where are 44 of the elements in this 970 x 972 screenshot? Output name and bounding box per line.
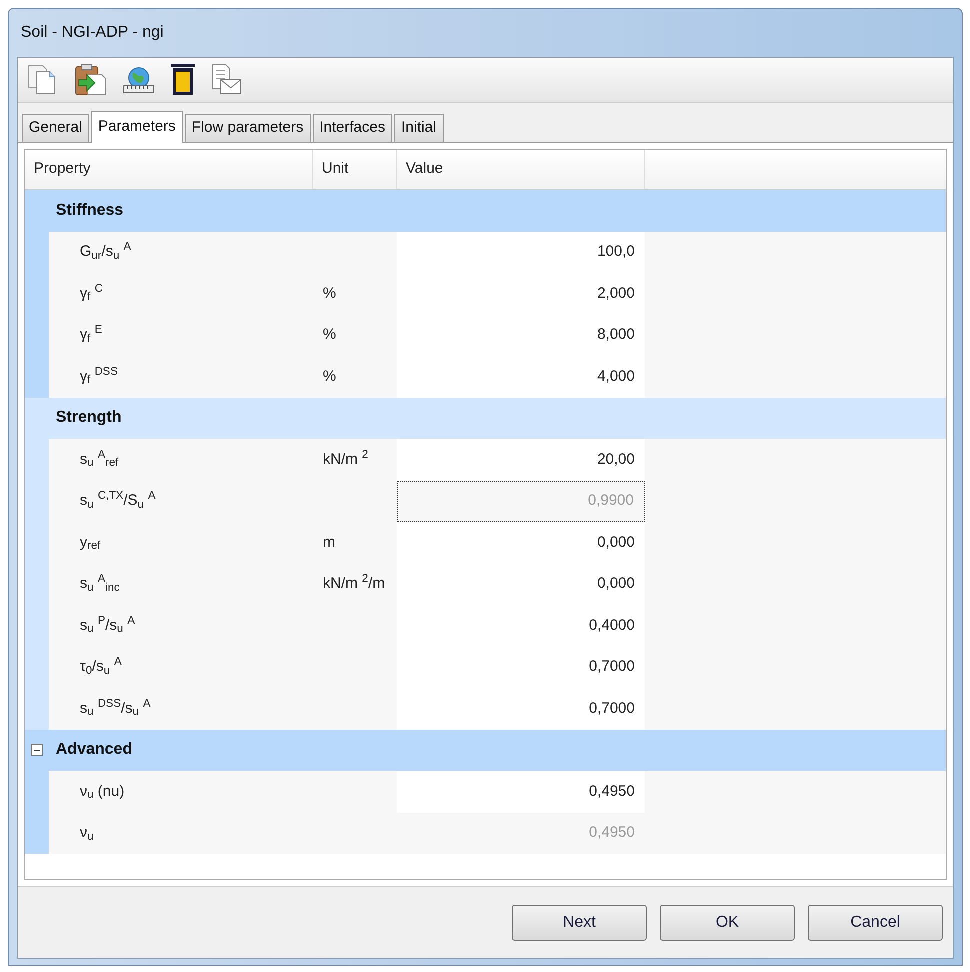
- group-header[interactable]: Advanced: [25, 730, 946, 771]
- unit-text: kN/m $^{2}$: [323, 448, 368, 470]
- dialog-button[interactable]: Cancel: [808, 904, 943, 940]
- value-field[interactable]: 100,0: [397, 232, 645, 273]
- value-field[interactable]: 2,000: [397, 273, 645, 314]
- tab[interactable]: General: [22, 114, 90, 142]
- table-row[interactable]: ν$_{u}$ (nu) 0,4950: [49, 771, 946, 812]
- value-field[interactable]: 0,000: [397, 522, 645, 564]
- property-name: ν$_{u}$: [80, 823, 94, 844]
- group-header[interactable]: Strength: [25, 398, 946, 439]
- group-heading: Strength: [55, 408, 122, 428]
- window-title: Soil - NGI-ADP - ngi: [21, 23, 164, 43]
- unit-text: %: [323, 284, 336, 304]
- table-row[interactable]: y$_{ref}$ m 0,000: [49, 522, 946, 564]
- tab[interactable]: Initial: [394, 114, 444, 142]
- group-heading: Stiffness: [55, 200, 124, 221]
- value-field[interactable]: 0,7000: [397, 646, 645, 688]
- property-name: y$_{ref}$: [80, 532, 101, 554]
- tab[interactable]: Flow parameters: [184, 114, 311, 142]
- unit-text: %: [323, 325, 336, 345]
- dialog-button[interactable]: OK: [660, 904, 795, 940]
- group-heading: Advanced: [55, 740, 132, 760]
- value-field[interactable]: 20,00: [397, 439, 645, 480]
- cylinder-icon[interactable]: [170, 63, 196, 97]
- group-header[interactable]: Stiffness: [25, 190, 946, 232]
- value-field[interactable]: 0,000: [397, 564, 645, 605]
- paste-icon[interactable]: [74, 63, 108, 97]
- tab[interactable]: Parameters: [91, 111, 183, 143]
- property-name: ν$_{u}$ (nu): [80, 782, 125, 803]
- dialog-button[interactable]: Next: [512, 904, 647, 940]
- unit-text: m: [323, 532, 336, 552]
- unit-text: kN/m $^{2}$/m: [323, 573, 386, 594]
- column-header[interactable]: Value: [397, 150, 645, 189]
- value-field[interactable]: 8,000: [397, 314, 645, 356]
- unit-text: %: [323, 366, 336, 386]
- value-field[interactable]: 0,7000: [397, 688, 645, 730]
- value-field[interactable]: 0,4950: [397, 771, 645, 812]
- collapse-icon[interactable]: [31, 744, 43, 756]
- mail-document-icon[interactable]: [210, 63, 244, 97]
- value-field[interactable]: 4,000: [397, 356, 645, 398]
- column-header[interactable]: Unit: [313, 150, 397, 189]
- column-header[interactable]: Property: [25, 150, 313, 189]
- tab[interactable]: Interfaces: [312, 114, 392, 142]
- value-field[interactable]: 0,4000: [397, 605, 645, 646]
